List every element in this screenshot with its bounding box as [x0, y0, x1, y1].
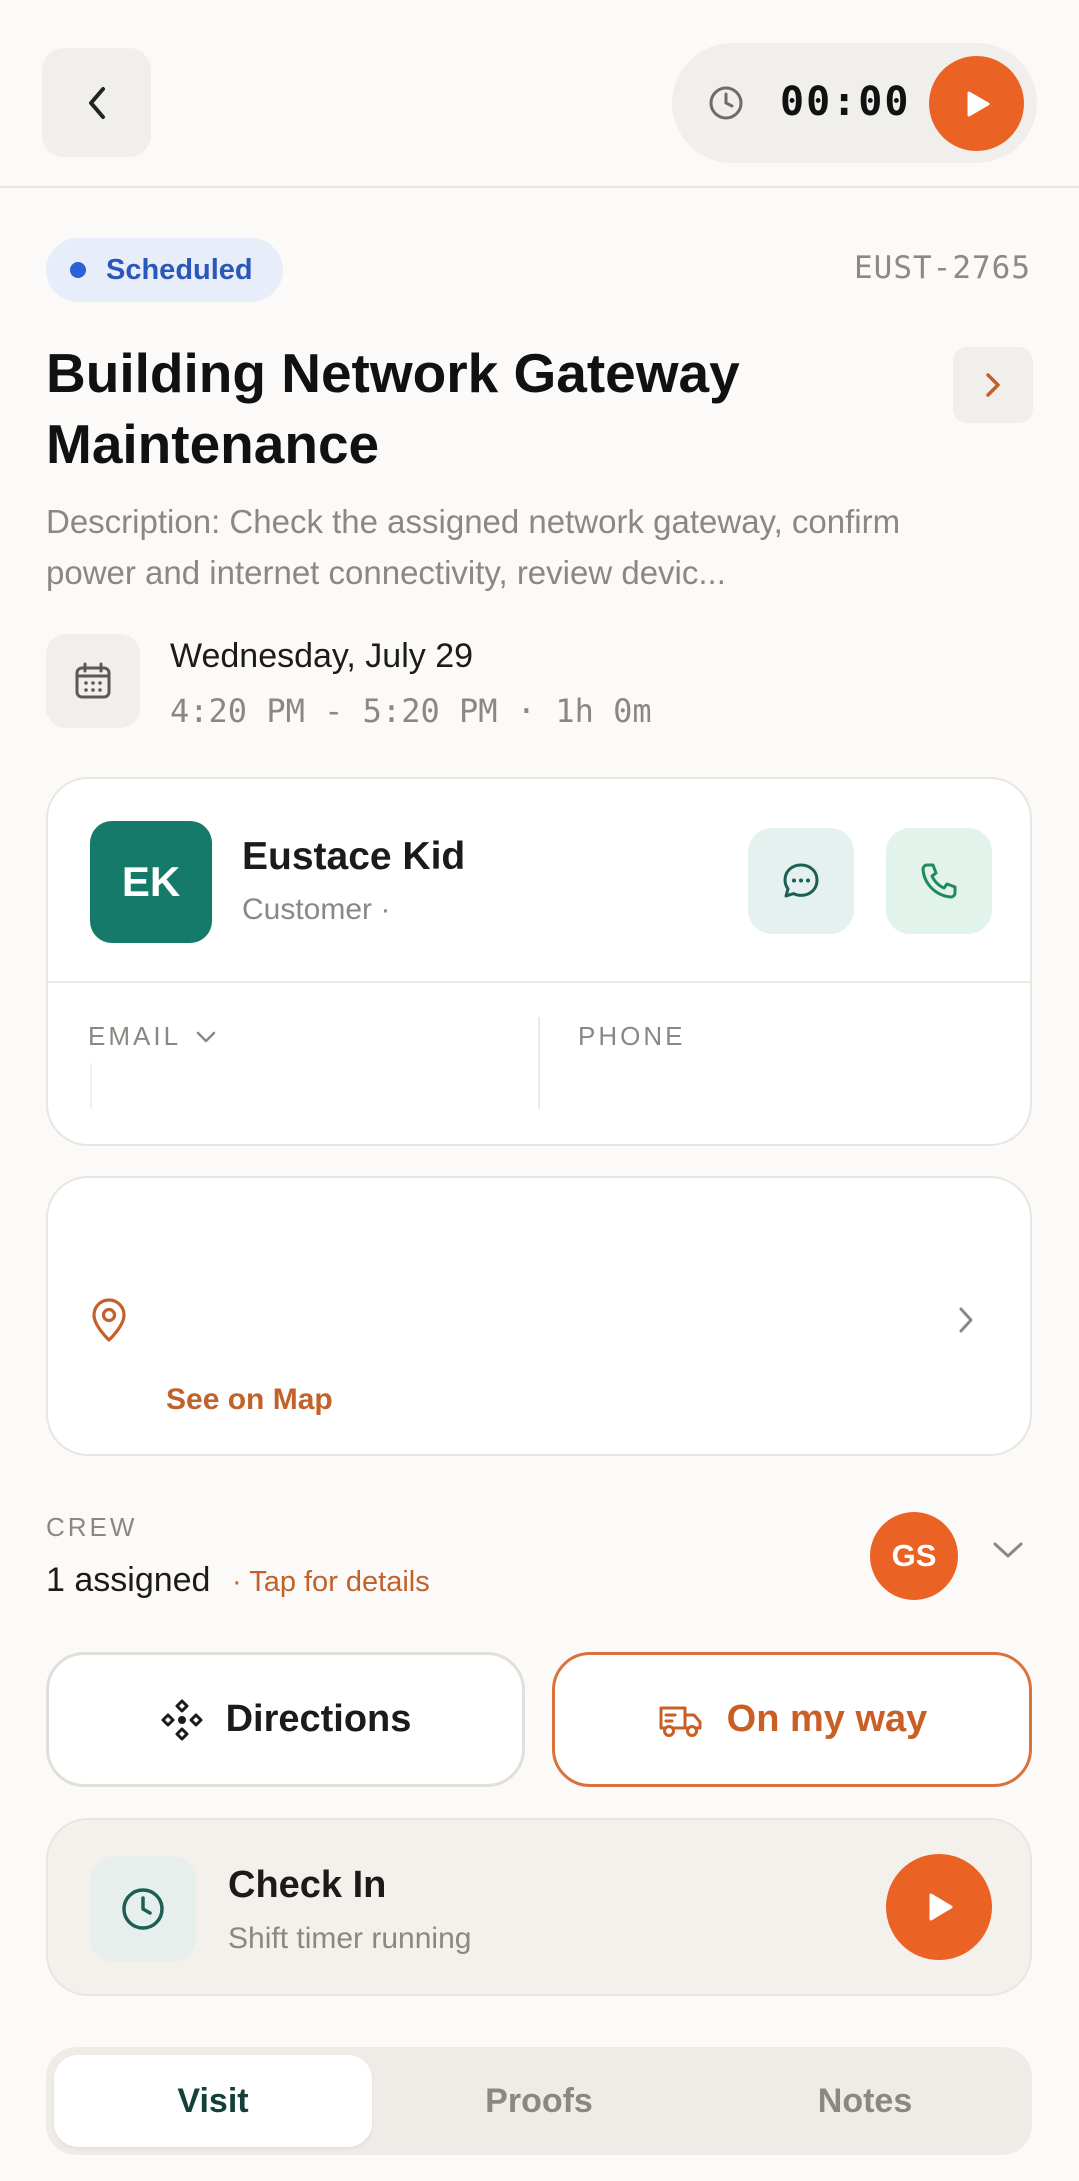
chevron-down-icon — [196, 1031, 216, 1042]
crew-member-avatar[interactable]: GS — [870, 1512, 958, 1600]
chevron-right-icon — [959, 1307, 973, 1333]
check-in-card: Check In Shift timer running — [46, 1818, 1032, 1996]
check-in-subtitle: Shift timer running — [228, 1922, 472, 1955]
play-icon — [967, 91, 989, 116]
map-pin-icon — [92, 1298, 126, 1342]
see-on-map-link[interactable]: See on Map — [166, 1383, 333, 1417]
status-label: Scheduled — [106, 253, 253, 286]
crew-label: CREW — [46, 1512, 138, 1542]
play-icon — [929, 1893, 953, 1921]
tab-proofs[interactable]: Proofs — [380, 2055, 698, 2147]
timer-play-button[interactable] — [929, 56, 1024, 151]
shift-timer: 00:00 — [672, 43, 1037, 163]
email-value[interactable] — [90, 1063, 92, 1109]
phone-label: PHONE — [578, 1021, 686, 1051]
status-badge: Scheduled — [46, 238, 283, 302]
job-title: Building Network Gateway Maintenance — [46, 342, 740, 475]
location-card[interactable]: See on Map — [46, 1176, 1032, 1456]
job-time: 4:20 PM - 5:20 PM · 1h 0m — [170, 692, 652, 730]
timer-value: 00:00 — [780, 79, 911, 125]
chevron-down-icon[interactable] — [990, 1538, 1026, 1562]
directions-icon — [161, 1699, 203, 1740]
chevron-right-icon — [986, 373, 1000, 397]
customer-card: EK Eustace Kid Customer · EMAIL PHONE — [46, 777, 1032, 1146]
job-details-button[interactable] — [953, 347, 1033, 423]
truck-icon — [659, 1706, 702, 1737]
crew-count: 1 assigned — [46, 1561, 211, 1599]
crew-details-link[interactable]: · Tap for details — [232, 1566, 430, 1599]
check-in-play-button[interactable] — [886, 1854, 992, 1960]
column-divider — [538, 1017, 540, 1109]
card-divider — [48, 981, 1030, 983]
back-button[interactable] — [42, 48, 151, 157]
job-date: Wednesday, July 29 — [170, 637, 474, 675]
directions-button[interactable]: Directions — [46, 1652, 525, 1787]
customer-role: Customer · — [242, 893, 391, 926]
clock-icon — [122, 1888, 164, 1930]
chevron-left-icon — [88, 86, 105, 119]
check-in-title: Check In — [228, 1864, 387, 1906]
tab-bar: Visit Proofs Notes — [46, 2047, 1032, 2155]
customer-avatar: EK — [90, 821, 212, 943]
customer-name: Eustace Kid — [242, 835, 466, 878]
job-id: EUST-2765 — [854, 250, 1031, 286]
calendar-icon — [75, 662, 111, 699]
chat-bubble-icon — [783, 863, 819, 898]
status-dot-icon — [70, 262, 86, 278]
on-my-way-label: On my way — [726, 1698, 928, 1740]
email-dropdown[interactable]: EMAIL — [88, 1021, 217, 1052]
directions-label: Directions — [225, 1698, 412, 1740]
message-button[interactable] — [748, 828, 854, 934]
job-description: Description: Check the assigned network … — [46, 503, 901, 591]
call-button[interactable] — [886, 828, 992, 934]
on-my-way-button[interactable]: On my way — [552, 1652, 1032, 1787]
phone-icon — [921, 863, 957, 899]
tab-notes[interactable]: Notes — [706, 2055, 1024, 2147]
email-label: EMAIL — [88, 1021, 182, 1051]
calendar-icon-box — [46, 634, 140, 728]
top-bar: 00:00 — [0, 0, 1079, 188]
check-in-icon-box — [90, 1856, 196, 1962]
tab-visit[interactable]: Visit — [54, 2055, 372, 2147]
clock-icon — [709, 86, 743, 120]
